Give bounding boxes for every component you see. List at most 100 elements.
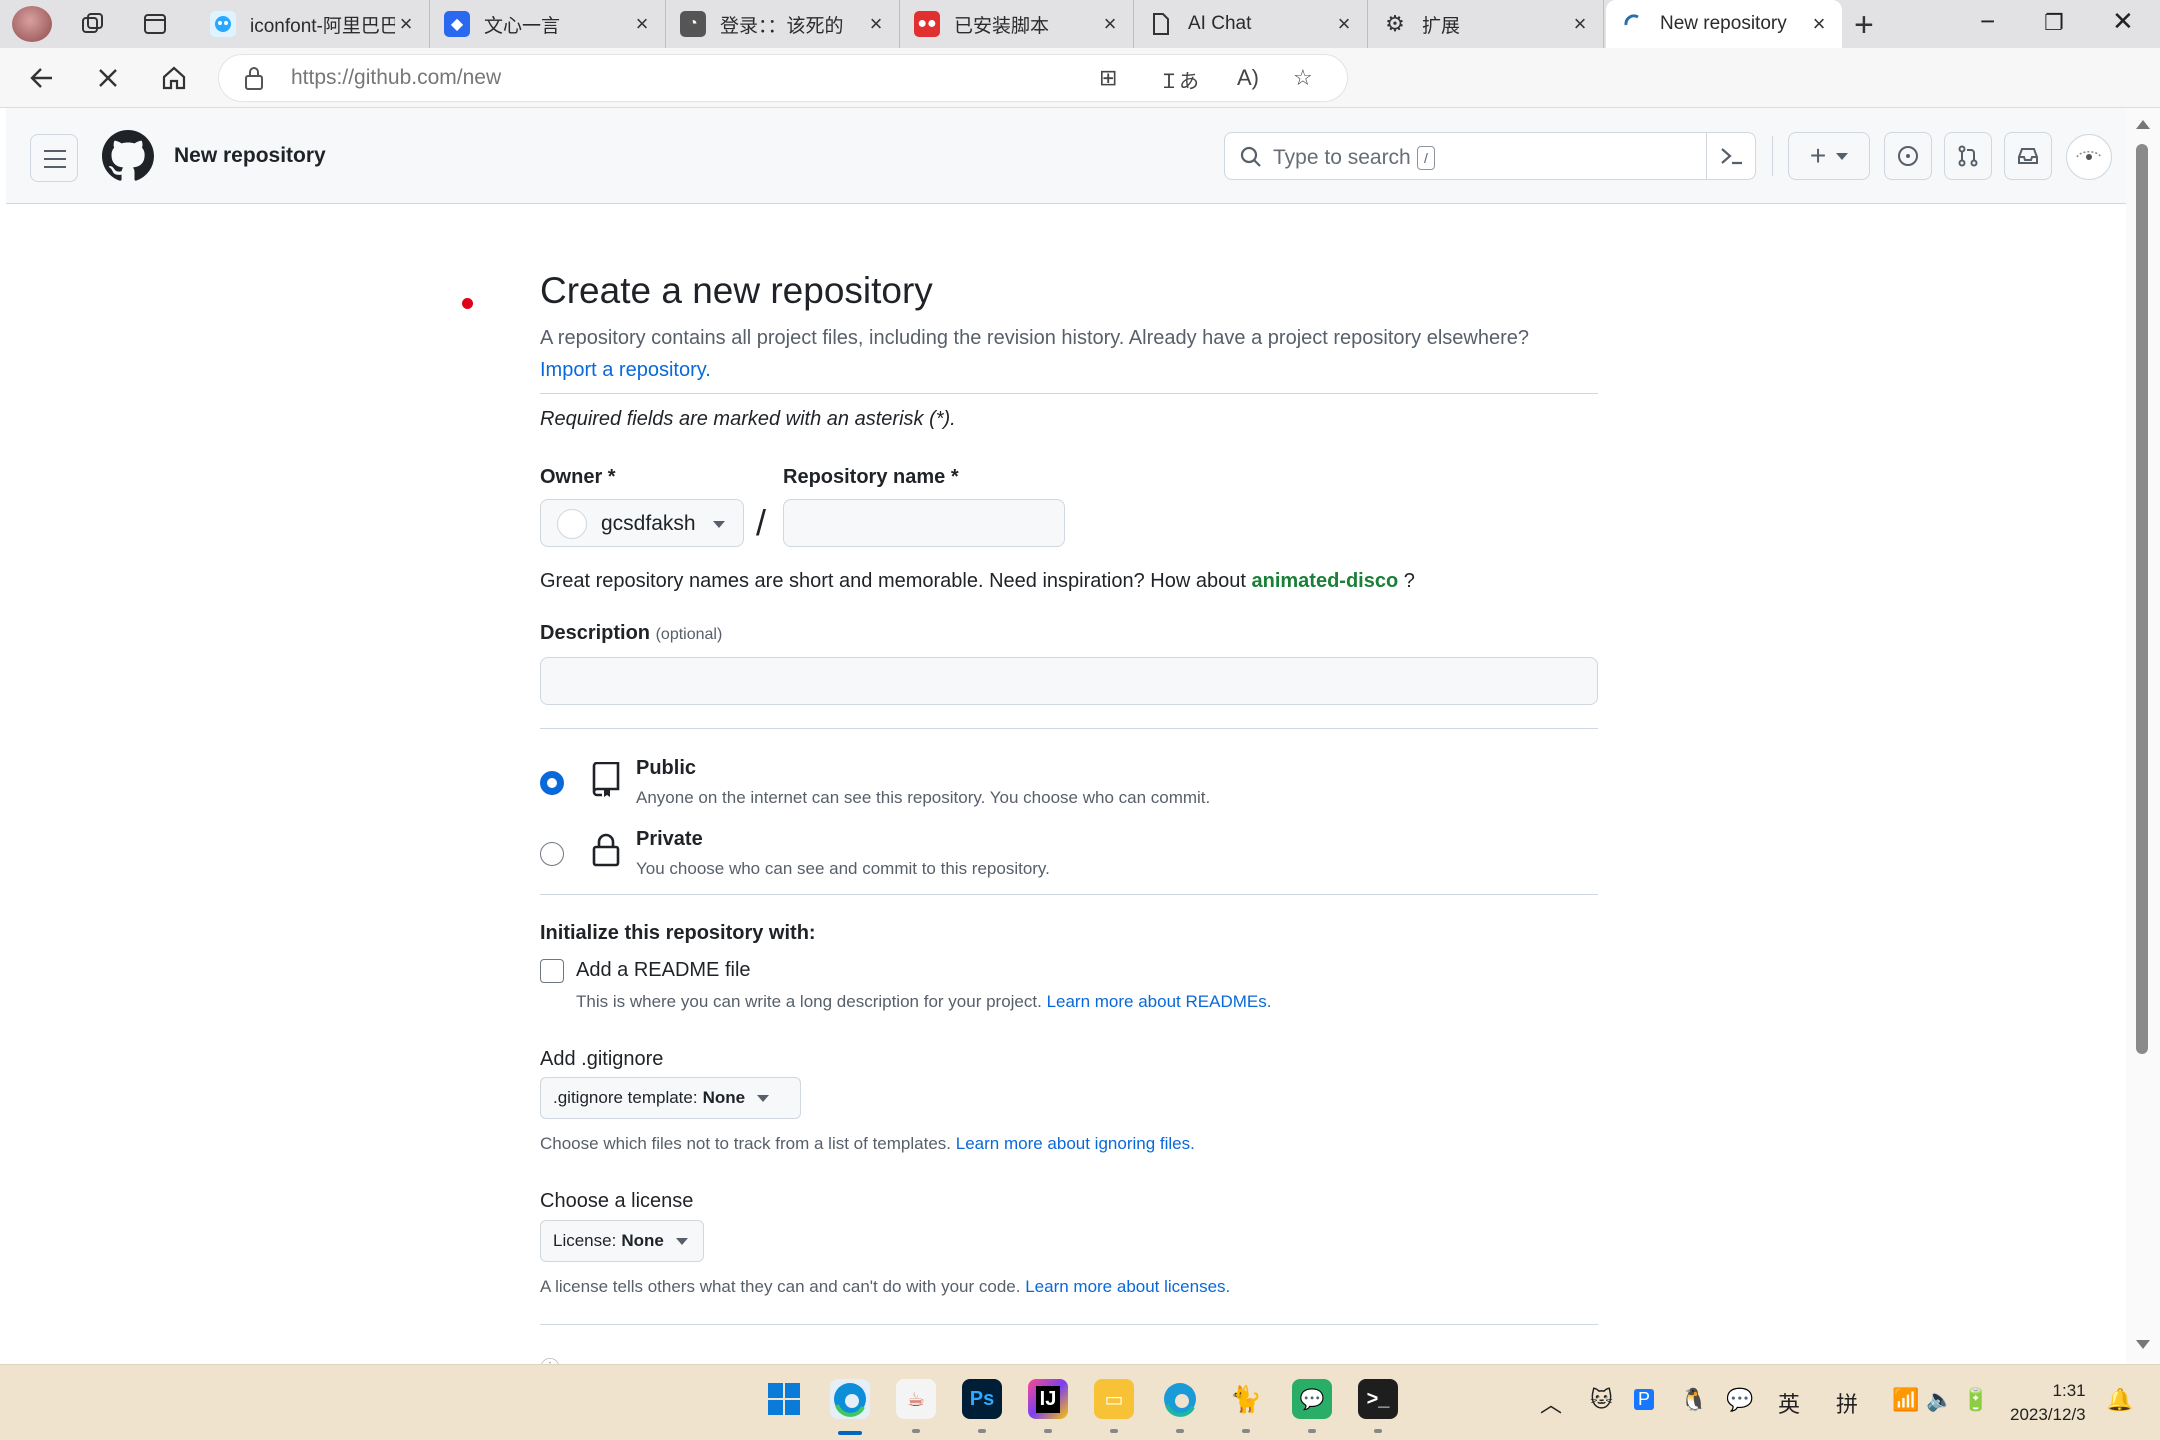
notification-bell-icon[interactable]: 🔔	[2106, 1387, 2133, 1413]
close-tab-icon[interactable]: ×	[1099, 11, 1121, 37]
page-context-title[interactable]: New repository	[174, 144, 326, 168]
qq-icon[interactable]: 🐧	[1680, 1387, 1707, 1413]
back-button[interactable]	[22, 58, 62, 98]
close-icon	[99, 69, 117, 87]
license-select[interactable]: License: None	[540, 1220, 704, 1262]
page-scrollbar[interactable]	[2126, 108, 2160, 1364]
public-radio[interactable]	[540, 771, 564, 795]
tab-actions-icon[interactable]	[140, 9, 170, 39]
volume-icon[interactable]: 🔈	[1926, 1387, 1953, 1413]
url-path: /new	[456, 66, 502, 89]
close-tab-icon[interactable]: ×	[1808, 11, 1830, 37]
browser-profile-avatar[interactable]	[12, 6, 52, 42]
system-clock[interactable]: 1:31 2023/12/3	[2010, 1379, 2086, 1427]
close-window-button[interactable]: ✕	[2112, 6, 2134, 37]
tab-title: AI Chat	[1188, 13, 1252, 34]
learn-more-licenses-link[interactable]: Learn more about licenses.	[1025, 1277, 1230, 1296]
minimize-button[interactable]: −	[1980, 6, 1995, 37]
lock-icon[interactable]	[243, 65, 265, 91]
windows-taskbar: ☕ Ps IJ ▭ 🐈 💬 >_ ︿ 🐱 P 🐧 💬 英 拼 📶 🔈 🔋 1:3…	[0, 1364, 2160, 1440]
terminal-icon[interactable]: >_	[1358, 1379, 1398, 1419]
battery-icon[interactable]: 🔋	[1962, 1387, 1989, 1413]
github-header: New repository Type to search / +	[6, 108, 2126, 204]
private-radio[interactable]	[540, 842, 564, 866]
license-select-value: None	[621, 1231, 664, 1250]
intellij-icon[interactable]: IJ	[1028, 1379, 1068, 1419]
restore-button[interactable]: ❐	[2044, 10, 2064, 36]
wechat-tray-icon[interactable]: 💬	[1726, 1387, 1753, 1413]
tab-wenxin[interactable]: ◆ 文心一言 ×	[430, 0, 666, 48]
app-running-indicator	[1110, 1429, 1118, 1433]
edge-dev-icon[interactable]	[1160, 1379, 1200, 1419]
scroll-down-arrow-icon[interactable]	[2136, 1340, 2150, 1349]
owner-select-button[interactable]: gcsdfaksh	[540, 499, 744, 547]
learn-more-ignoring-files-link[interactable]: Learn more about ignoring files.	[956, 1134, 1195, 1153]
github-logo-icon[interactable]	[102, 130, 154, 182]
repo-icon	[592, 762, 620, 797]
issues-button[interactable]	[1884, 132, 1932, 180]
suggested-name-link[interactable]: animated-disco	[1251, 570, 1398, 592]
inbox-button[interactable]	[2004, 132, 2052, 180]
photoshop-icon[interactable]: Ps	[962, 1379, 1002, 1419]
tab-login[interactable]: ◔ 登录：：该死的 ×	[666, 0, 900, 48]
tray-p-icon[interactable]: P	[1634, 1389, 1655, 1410]
add-readme-label[interactable]: Add a README file	[576, 959, 751, 982]
search-placeholder: Type to search	[1273, 146, 1411, 169]
workspaces-icon[interactable]	[78, 9, 108, 39]
pull-requests-button[interactable]	[1944, 132, 1992, 180]
edge-browser-icon[interactable]	[830, 1379, 870, 1419]
description-label-text: Description	[540, 622, 651, 644]
learn-more-readmes-link[interactable]: Learn more about READMEs.	[1047, 992, 1272, 1011]
tab-title: New repository	[1660, 13, 1787, 34]
url-text[interactable]: https://github.com/new	[291, 66, 501, 90]
repository-name-input[interactable]	[783, 499, 1065, 547]
hint-suffix: ?	[1403, 570, 1415, 592]
tray-cat-icon[interactable]: 🐱	[1590, 1387, 1613, 1413]
description-label: Description (optional)	[540, 622, 722, 645]
wifi-icon[interactable]: 📶	[1892, 1387, 1919, 1413]
ime-language[interactable]: 英	[1778, 1387, 1800, 1419]
hint-text: Great repository names are short and mem…	[540, 570, 1246, 592]
create-new-button[interactable]: +	[1788, 132, 1870, 180]
ime-mode[interactable]: 拼	[1836, 1387, 1858, 1419]
close-tab-icon[interactable]: ×	[1569, 11, 1591, 37]
search-input[interactable]: Type to search /	[1224, 132, 1756, 180]
recording-indicator-dot	[462, 298, 473, 309]
start-windows-icon[interactable]	[764, 1379, 804, 1419]
description-input[interactable]	[540, 657, 1598, 705]
show-hidden-icons-chevron-icon[interactable]: ︿	[1540, 1387, 1562, 1419]
user-avatar[interactable]	[2066, 134, 2112, 180]
open-global-navigation-button[interactable]	[30, 134, 78, 182]
chevron-down-icon	[1836, 152, 1849, 160]
initialize-heading: Initialize this repository with:	[540, 922, 816, 944]
wechat-icon[interactable]: 💬	[1292, 1379, 1332, 1419]
tab-extensions[interactable]: ⚙ 扩展 ×	[1368, 0, 1604, 48]
close-tab-icon[interactable]: ×	[395, 11, 417, 37]
scroll-thumb[interactable]	[2136, 144, 2148, 1054]
scroll-up-arrow-icon[interactable]	[2136, 120, 2150, 129]
close-tab-icon[interactable]: ×	[1333, 11, 1355, 37]
read-aloud-icon[interactable]: A)	[1237, 65, 1259, 91]
tab-ai-chat[interactable]: AI Chat ×	[1134, 0, 1368, 48]
gitignore-template-select[interactable]: .gitignore template: None	[540, 1077, 801, 1119]
command-palette-button[interactable]	[1706, 132, 1756, 180]
file-explorer-icon[interactable]: ▭	[1094, 1379, 1134, 1419]
favorite-star-icon[interactable]: ☆	[1293, 65, 1313, 91]
clock-date: 2023/12/3	[2010, 1405, 2086, 1424]
immersive-reader-icon[interactable]: Ｉあ	[1159, 65, 1199, 94]
import-repository-link[interactable]: Import a repository.	[540, 359, 711, 381]
new-tab-button[interactable]: +	[1854, 6, 1874, 45]
close-tab-icon[interactable]: ×	[631, 11, 653, 37]
add-readme-checkbox[interactable]	[540, 959, 564, 983]
close-tab-icon[interactable]: ×	[865, 11, 887, 37]
license-heading: Choose a license	[540, 1190, 694, 1212]
stop-loading-button[interactable]	[88, 58, 128, 98]
tab-iconfont[interactable]: iconfont-阿里巴巴矢量图标库 ×	[196, 0, 430, 48]
tab-new-repository[interactable]: New repository ×	[1606, 0, 1842, 48]
home-button[interactable]	[154, 58, 194, 98]
address-bar[interactable]: https://github.com/new ⊞ Ｉあ A) ☆	[218, 54, 1348, 102]
app-available-icon[interactable]: ⊞	[1099, 65, 1117, 91]
cat-app-icon[interactable]: 🐈	[1226, 1379, 1266, 1419]
java-icon[interactable]: ☕	[896, 1379, 936, 1419]
tab-scripts[interactable]: ●● 已安装脚本 ×	[900, 0, 1134, 48]
